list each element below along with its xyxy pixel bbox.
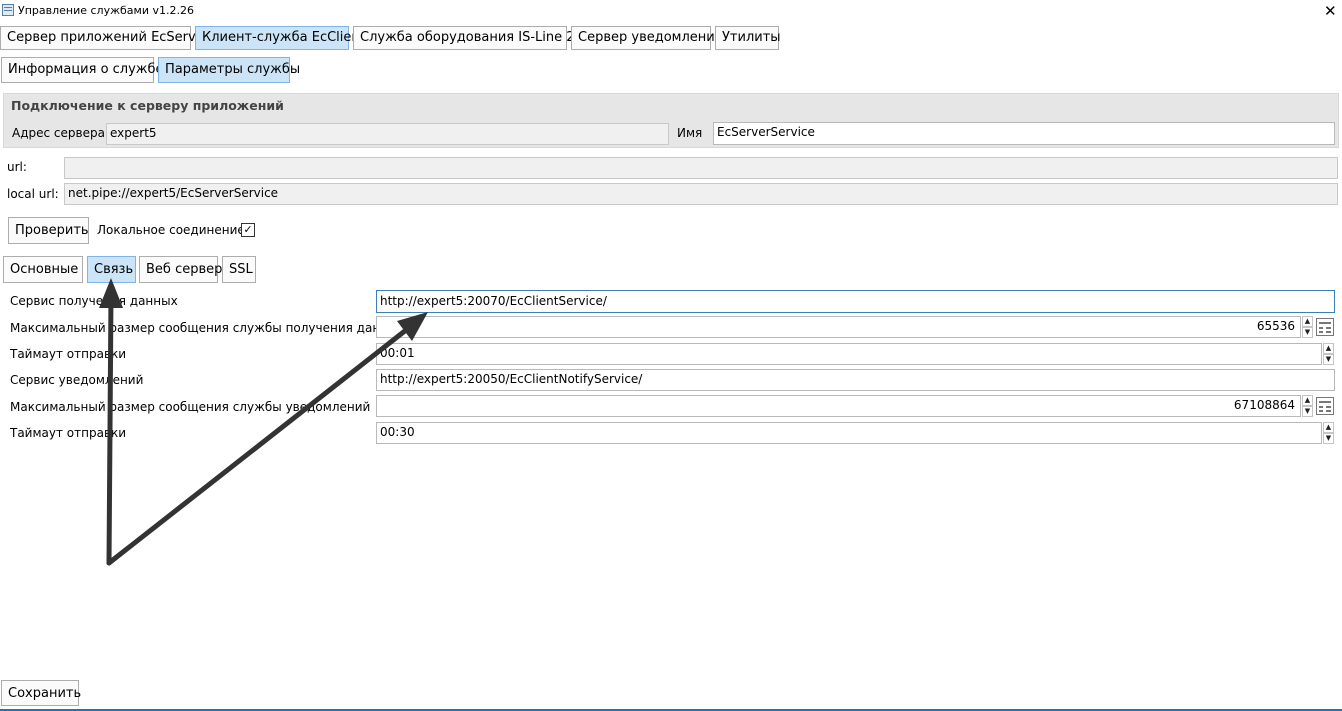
arrowhead-tab-icon	[99, 278, 123, 308]
save-button[interactable]: Сохранить	[1, 680, 81, 706]
annotation-arrows	[99, 278, 428, 566]
arrowhead-field-icon	[397, 312, 428, 341]
arrow-to-field-icon	[106, 320, 418, 566]
arrow-to-tab-icon	[106, 292, 114, 566]
